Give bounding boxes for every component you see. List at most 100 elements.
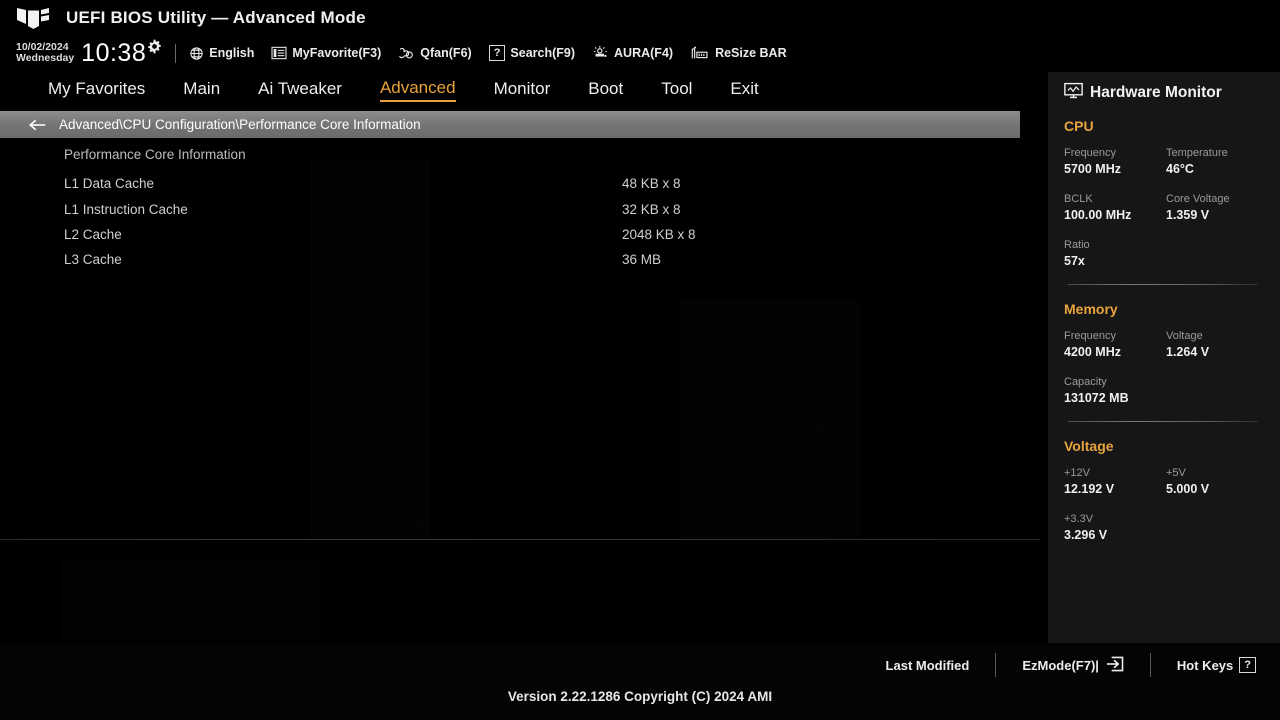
footer-divider: [995, 653, 997, 677]
hw-value: 100.00 MHz: [1064, 208, 1132, 222]
back-arrow-icon[interactable]: [28, 118, 47, 132]
hw-key: Capacity: [1064, 376, 1107, 388]
exit-arrow-icon: [1105, 656, 1124, 675]
search-button[interactable]: ? Search(F9): [488, 45, 575, 61]
resize-bar-icon: [690, 45, 710, 61]
hw-value: 3.296 V: [1064, 528, 1108, 542]
tab-monitor[interactable]: Monitor: [494, 79, 551, 101]
footer-divider: [1149, 653, 1151, 677]
resize-bar-button[interactable]: ReSize BAR: [690, 45, 787, 61]
hotkeys-button[interactable]: Hot Keys ?: [1177, 657, 1256, 673]
hw-cell-mem-voltage: Voltage 1.264 V: [1166, 329, 1268, 361]
weekday-label: Wednesday: [16, 52, 75, 64]
list-icon: [271, 46, 287, 60]
hw-cell-bclk: BCLK 100.00 MHz: [1064, 192, 1166, 224]
row-label: L2 Cache: [64, 226, 122, 242]
aura-button[interactable]: AURA(F4): [592, 45, 673, 61]
hw-group-cpu: Frequency 5700 MHz Temperature 46°C BCLK…: [1048, 146, 1280, 270]
ezmode-label: EzMode(F7)|: [1022, 657, 1099, 673]
hw-cell-12v: +12V 12.192 V: [1064, 466, 1166, 498]
header: UEFI BIOS Utility — Advanced Mode 10/02/…: [0, 0, 1280, 72]
version-label: Version 2.22.1286 Copyright (C) 2024 AMI: [507, 689, 773, 704]
breadcrumb-path: Advanced\CPU Configuration\Performance C…: [59, 117, 421, 132]
hardware-monitor-title: Hardware Monitor: [1090, 84, 1222, 101]
hw-value: 1.359 V: [1166, 208, 1210, 222]
tab-ai-tweaker[interactable]: Ai Tweaker: [258, 79, 342, 101]
hw-cell-frequency: Frequency 5700 MHz: [1064, 146, 1166, 178]
hardware-monitor-header: Hardware Monitor: [1048, 82, 1280, 104]
hw-cell-ratio: Ratio 57x: [1064, 238, 1166, 270]
hw-group-title-cpu: CPU: [1064, 118, 1094, 134]
tuf-gaming-shield-logo: [14, 6, 54, 30]
hw-value: 57x: [1064, 254, 1085, 268]
hw-pair: BCLK 100.00 MHz Core Voltage 1.359 V: [1064, 192, 1270, 224]
hw-divider: [1068, 284, 1258, 285]
hw-cell-temperature: Temperature 46°C: [1166, 146, 1268, 178]
hardware-monitor-panel: Hardware Monitor CPU Frequency 5700 MHz …: [1048, 72, 1280, 643]
main-navigation-tabs: My Favorites Main Ai Tweaker Advanced Mo…: [0, 72, 1048, 108]
hw-pair: +3.3V 3.296 V: [1064, 512, 1270, 544]
table-row[interactable]: L3 Cache 36 MB: [0, 247, 1048, 272]
ezmode-button[interactable]: EzMode(F7)|: [1022, 656, 1124, 675]
monitor-waveform-icon: [1064, 82, 1083, 104]
tab-exit[interactable]: Exit: [730, 79, 758, 101]
qfan-label: Qfan(F6): [420, 46, 472, 60]
table-row[interactable]: L1 Instruction Cache 32 KB x 8: [0, 196, 1048, 221]
hw-key: Frequency: [1064, 147, 1116, 159]
hw-pair: Ratio 57x: [1064, 238, 1270, 270]
tab-tool[interactable]: Tool: [661, 79, 692, 101]
hw-group-voltage: +12V 12.192 V +5V 5.000 V +3.3V 3.296 V: [1048, 466, 1280, 544]
row-value: 2048 KB x 8: [622, 226, 696, 242]
table-row[interactable]: L1 Data Cache 48 KB x 8: [0, 171, 1048, 196]
resize-bar-label: ReSize BAR: [715, 46, 787, 60]
hw-cell-33v: +3.3V 3.296 V: [1064, 512, 1166, 544]
aura-label: AURA(F4): [614, 46, 674, 60]
myfavorite-button[interactable]: MyFavorite(F3): [271, 46, 381, 60]
myfavorite-label: MyFavorite(F3): [292, 46, 382, 60]
hw-cell-core-voltage: Core Voltage 1.359 V: [1166, 192, 1268, 224]
last-modified-button[interactable]: Last Modified: [886, 658, 970, 673]
toolbar: 10/02/2024 Wednesday 10:38 English MyFav…: [0, 36, 1280, 70]
globe-icon: [189, 46, 204, 61]
hw-pair: Capacity 131072 MB: [1064, 375, 1270, 407]
hw-value: 4200 MHz: [1064, 345, 1121, 359]
qfan-button[interactable]: Qfan(F6): [398, 46, 472, 61]
table-row[interactable]: L2 Cache 2048 KB x 8: [0, 222, 1048, 247]
question-icon: ?: [1239, 657, 1256, 673]
hw-key: Voltage: [1166, 330, 1203, 342]
hw-group-title-memory: Memory: [1064, 301, 1118, 317]
hw-key: Frequency: [1064, 330, 1116, 342]
tab-advanced[interactable]: Advanced: [379, 78, 456, 102]
main-content: Performance Core Information L1 Data Cac…: [0, 138, 1048, 720]
hw-key: +3.3V: [1064, 513, 1094, 525]
hw-key: BCLK: [1064, 193, 1093, 205]
content-divider: [0, 539, 1040, 540]
title-row: UEFI BIOS Utility — Advanced Mode: [0, 0, 1280, 36]
breadcrumb: Advanced\CPU Configuration\Performance C…: [0, 111, 1020, 138]
language-button[interactable]: English: [189, 46, 254, 61]
hotkeys-label: Hot Keys: [1176, 657, 1234, 673]
row-label: L1 Instruction Cache: [64, 201, 188, 217]
row-label: L3 Cache: [64, 252, 122, 268]
hw-cell-mem-frequency: Frequency 4200 MHz: [1064, 329, 1166, 361]
hw-cell-capacity: Capacity 131072 MB: [1064, 375, 1166, 407]
hw-pair: Frequency 4200 MHz Voltage 1.264 V: [1064, 329, 1270, 361]
hw-divider: [1068, 421, 1258, 422]
hw-group-memory: Frequency 4200 MHz Voltage 1.264 V Capac…: [1048, 329, 1280, 407]
hw-value: 1.264 V: [1166, 345, 1210, 359]
aura-light-icon: [592, 45, 609, 61]
app-title: UEFI BIOS Utility — Advanced Mode: [66, 8, 366, 27]
tab-main[interactable]: Main: [183, 79, 220, 101]
gear-icon[interactable]: [147, 39, 162, 59]
row-label: L1 Data Cache: [64, 176, 155, 192]
hw-value: 46°C: [1166, 162, 1194, 176]
hw-key: Temperature: [1166, 147, 1228, 159]
tab-my-favorites[interactable]: My Favorites: [48, 79, 145, 101]
hw-group-title-voltage: Voltage: [1064, 438, 1114, 454]
language-label: English: [209, 46, 255, 60]
question-icon: ?: [488, 45, 506, 61]
tab-boot[interactable]: Boot: [588, 79, 623, 101]
clock-label: 10:38: [81, 38, 147, 67]
datetime-display: 10/02/2024 Wednesday 10:38: [16, 38, 162, 67]
footer-actions: Last Modified EzMode(F7)| Hot Keys ?: [0, 643, 1280, 687]
